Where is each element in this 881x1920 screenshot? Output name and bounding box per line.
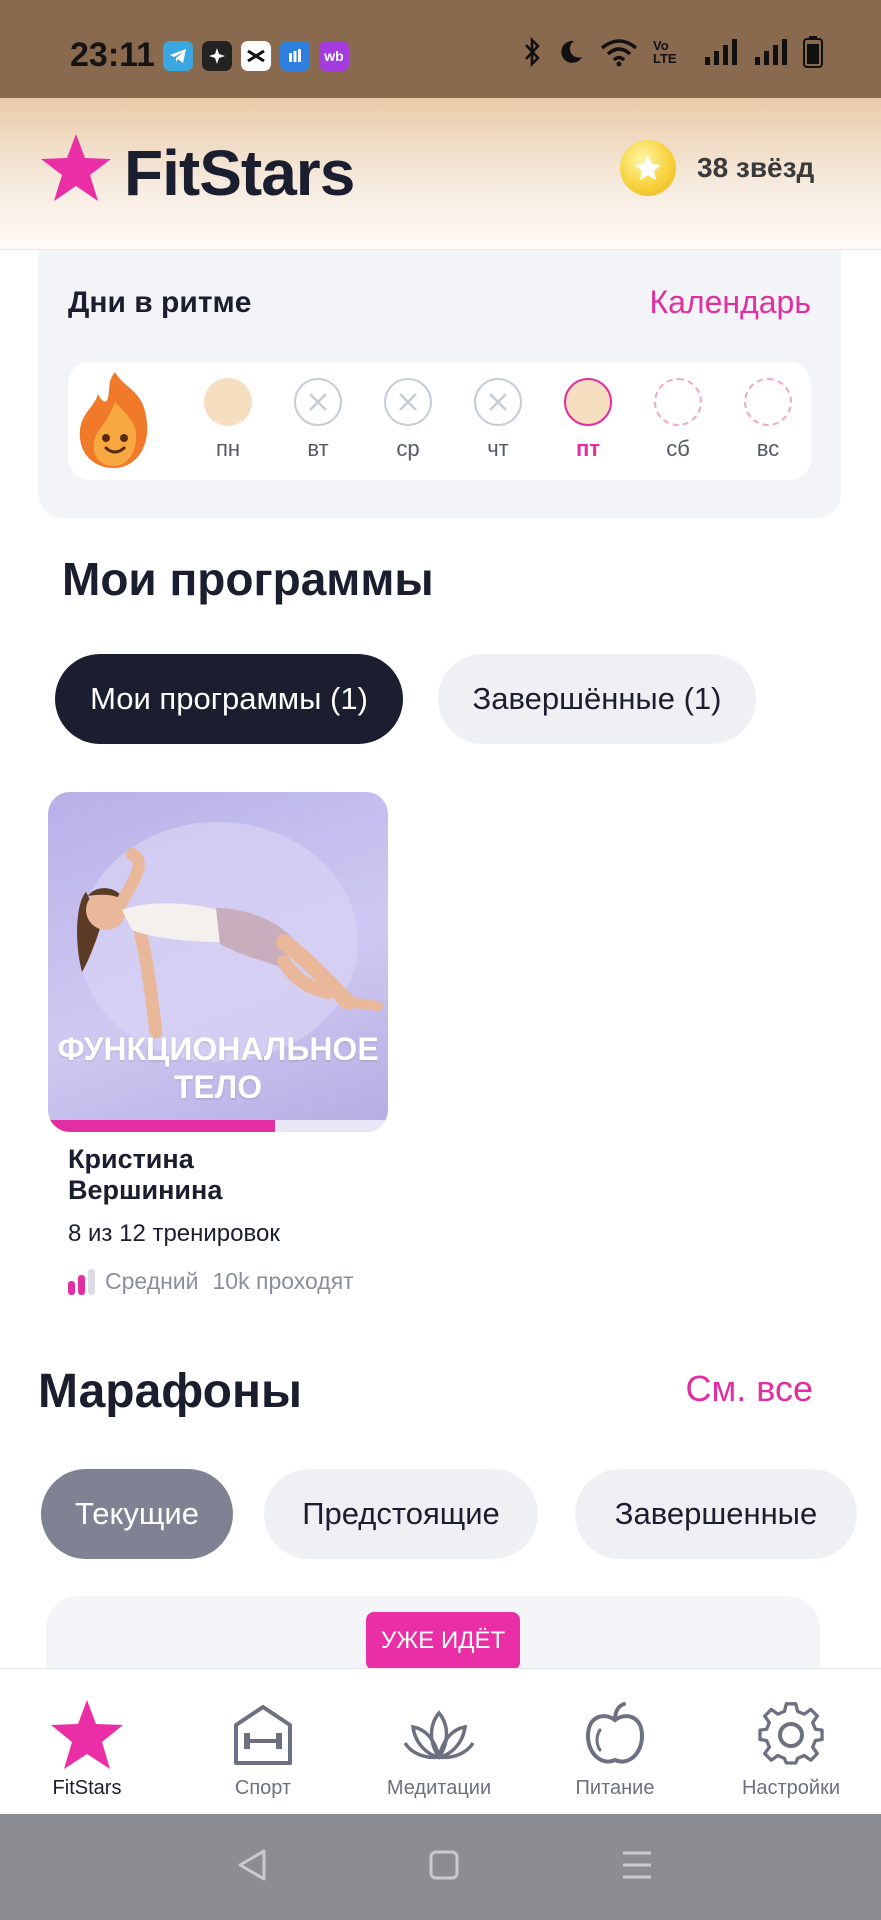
lotus-icon — [403, 1710, 475, 1761]
tab-finished-marathons[interactable]: Завершенные — [575, 1469, 857, 1559]
day-future-indicator — [744, 378, 792, 426]
difficulty-bars-icon — [68, 1268, 95, 1295]
day-label: вт — [307, 436, 329, 461]
tab-current-marathons[interactable]: Текущие — [41, 1469, 233, 1559]
back-icon[interactable] — [236, 1848, 268, 1882]
star-coin-icon — [620, 140, 676, 196]
status-time: 23:11 — [70, 36, 156, 74]
menu-icon[interactable] — [620, 1848, 654, 1882]
day-label: чт — [487, 436, 509, 461]
day-thu[interactable]: чт — [468, 378, 528, 462]
volte-label: Vo LTE — [653, 38, 677, 66]
battery-icon — [803, 36, 823, 68]
marathons-heading: Марафоны — [38, 1365, 302, 1418]
wifi-icon — [600, 39, 638, 67]
moon-icon — [561, 40, 582, 63]
see-all-link[interactable]: См. все — [686, 1368, 814, 1410]
gym-icon — [234, 1705, 292, 1765]
day-sat[interactable]: сб — [648, 378, 708, 462]
difficulty-level: Средний — [105, 1268, 199, 1294]
program-title-line-1: ФУНКЦИОНАЛЬНОЕ — [57, 1031, 379, 1067]
day-label: пн — [215, 436, 241, 461]
nav-label: Спорт — [234, 1777, 292, 1799]
nav-label: Медитации — [386, 1777, 492, 1799]
day-label: сб — [666, 436, 690, 461]
program-meta: Средний 10k проходят — [68, 1268, 354, 1295]
app-header: FitStars 38 звёзд — [0, 98, 881, 250]
status-bar: 23:11 wb Vo LTE — [0, 0, 881, 98]
system-navigation-bar — [0, 1814, 881, 1920]
day-label: пт — [575, 436, 601, 461]
days-in-rhythm-card: Дни в ритме Календарь пн вт ср чт пт сб … — [38, 250, 841, 518]
day-mon[interactable]: пн — [198, 378, 258, 462]
signal-icon-2 — [755, 39, 787, 65]
day-label: вс — [756, 436, 780, 461]
program-card[interactable]: ФУНКЦИОНАЛЬНОЕ ТЕЛО — [48, 792, 388, 1132]
nav-item-fitstars[interactable]: FitStars — [7, 1697, 167, 1800]
calendar-link[interactable]: Календарь — [649, 284, 811, 321]
tab-upcoming-marathons[interactable]: Предстоящие — [264, 1469, 538, 1559]
telegram-icon — [163, 41, 193, 71]
program-progress-fill — [48, 1120, 275, 1132]
gear-icon — [758, 1702, 824, 1765]
day-done-indicator — [204, 378, 252, 426]
week-days-strip: пн вт ср чт пт сб вс — [68, 362, 811, 480]
day-sun[interactable]: вс — [738, 378, 798, 462]
ai-star-icon — [202, 41, 232, 71]
nav-label: Настройки — [741, 1777, 841, 1799]
nav-item-sport[interactable]: Спорт — [183, 1697, 343, 1800]
participants-count: 10k проходят — [212, 1268, 354, 1294]
day-label: ср — [396, 436, 420, 461]
capcut-icon — [241, 41, 271, 71]
system-indicators: Vo LTE — [523, 36, 823, 68]
flame-mascot-icon — [79, 372, 148, 468]
star-icon — [51, 1700, 123, 1769]
program-title: ФУНКЦИОНАЛЬНОЕ ТЕЛО — [48, 1030, 388, 1106]
day-wed[interactable]: ср — [378, 378, 438, 462]
stars-balance[interactable]: 38 звёзд — [697, 152, 814, 184]
day-fri[interactable]: пт — [558, 378, 618, 462]
fitstars-logo-icon — [41, 134, 111, 201]
program-author: Кристина Вершинина — [68, 1144, 223, 1205]
program-title-line-2: ТЕЛО — [173, 1069, 263, 1105]
bluetooth-icon — [525, 37, 540, 67]
day-missed-icon — [384, 378, 432, 426]
day-tue[interactable]: вт — [288, 378, 348, 462]
nav-item-nutrition[interactable]: Питание — [535, 1697, 695, 1800]
nav-label: FitStars — [52, 1777, 122, 1799]
signal-icon — [705, 39, 737, 65]
nav-label: Питание — [575, 1777, 655, 1799]
day-missed-icon — [294, 378, 342, 426]
my-programs-heading: Мои программы — [62, 553, 434, 605]
tab-completed-programs[interactable]: Завершённые (1) — [438, 654, 756, 744]
day-missed-icon — [474, 378, 522, 426]
rhythm-title: Дни в ритме — [68, 286, 252, 319]
nav-item-settings[interactable]: Настройки — [711, 1697, 871, 1800]
apple-icon — [585, 1702, 645, 1764]
nav-item-meditations[interactable]: Медитации — [359, 1697, 519, 1800]
notification-icons: wb — [163, 41, 349, 71]
wb-icon: wb — [319, 41, 349, 71]
tab-my-programs[interactable]: Мои программы (1) — [55, 654, 403, 744]
bottom-navigation: FitStars Спорт Медитации Питание Настрой… — [0, 1668, 881, 1814]
day-today-indicator — [564, 378, 612, 426]
mobile-bank-icon — [280, 41, 310, 71]
program-progress-bar — [48, 1120, 388, 1132]
program-workouts-count: 8 из 12 тренировок — [68, 1220, 280, 1247]
status-badge: УЖЕ ИДЁТ — [366, 1612, 520, 1670]
day-future-indicator — [654, 378, 702, 426]
home-icon[interactable] — [428, 1848, 460, 1882]
fitstars-logo-text: FitStars — [124, 137, 355, 209]
